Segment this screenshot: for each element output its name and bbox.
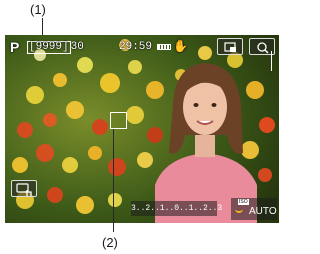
af-point-frame[interactable] [110,112,127,129]
magnify-icon [224,42,236,52]
recording-time: 29:59 [119,41,153,53]
battery-icon [157,44,171,50]
camera-live-view[interactable]: P [9999] 30 29:59 ✋ 3..2..1..0..1..2..3 I… [5,35,279,223]
shooting-mode: P [10,39,20,55]
hand-shake-icon: ✋ [173,39,188,53]
iso-setting-button[interactable]: ISO AUTO [231,198,277,220]
touch-shutter-icon [16,183,32,196]
info-display-icon [257,42,269,54]
frame-line [271,51,272,71]
callout-label-1: (1) [30,2,46,17]
callout-label-2: (2) [102,235,118,250]
shots-remaining-value: [9999] [27,41,71,54]
live-view-scene [5,35,279,223]
shots-remaining: [9999] 30 [27,41,84,54]
touch-shutter-button[interactable] [11,180,37,197]
iso-dial-icon [235,207,243,213]
iso-value: AUTO [249,206,277,217]
electronic-level: 3..2..1..0..1..2..3 [131,201,222,216]
iso-label: ISO [238,199,249,205]
magnify-button[interactable] [217,38,243,55]
callout-leader-2 [113,129,114,232]
shots-suffix: 30 [70,41,84,53]
